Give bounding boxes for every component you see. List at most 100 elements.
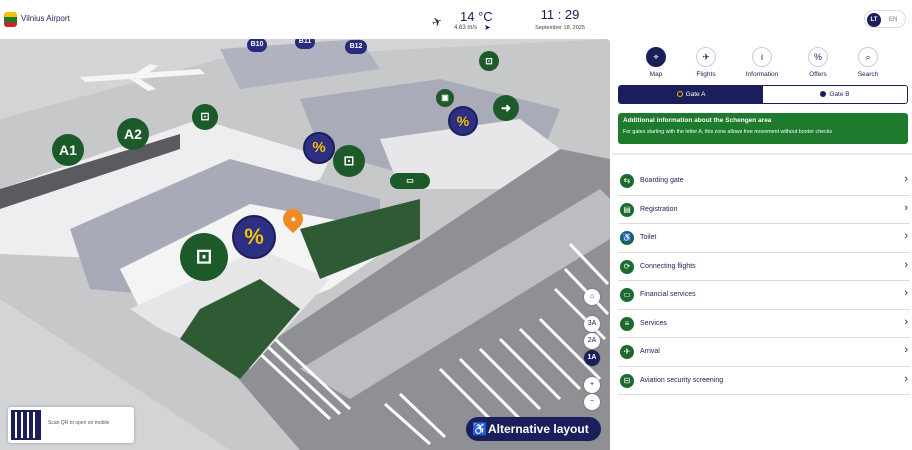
current-time: 11 : 29 (540, 7, 580, 22)
list-item-label: Financial services (640, 291, 696, 298)
offers-marker[interactable]: % (448, 106, 478, 136)
list-item-label: Toilet (640, 234, 657, 241)
nav-map[interactable]: ⌖ Map (628, 47, 684, 78)
nav-flights[interactable]: ✈ Flights (678, 47, 734, 78)
chevron-right-icon: › (904, 173, 908, 185)
list-item-connecting-flights[interactable]: ⟳ Connecting flights › (618, 253, 910, 281)
exit-marker[interactable]: ➜ (493, 95, 519, 121)
nav-label: Search (857, 71, 879, 78)
tab-gate-b[interactable]: Gate B (763, 86, 907, 103)
list-item-label: Registration (640, 205, 678, 213)
weather-widget: ✈ 14 °C 4.63 m/s ➤ (429, 7, 502, 35)
radio-selected-icon (676, 91, 683, 97)
temperature: 14 °C (460, 9, 493, 24)
zoom-in-button[interactable]: + (584, 377, 600, 393)
chevron-right-icon: › (904, 344, 908, 356)
radio-icon (820, 91, 827, 97)
list-item-arrival[interactable]: ✈ Arrival › (618, 338, 910, 367)
percent-icon: % (808, 47, 828, 67)
schengen-info-banner: Additional information about the Schenge… (618, 113, 908, 144)
offers-marker[interactable]: % (303, 132, 335, 164)
clock: 11 : 29 September 18, 2025 (528, 7, 592, 31)
home-button[interactable]: ⌂ (584, 289, 600, 305)
level-2a-button[interactable]: 2A (584, 333, 600, 349)
airport-map[interactable]: A1 A2 B10 B11 B12 ⊡ ⊡ ⊡ ⊡ ▣ ➜ ▭ % % % ● … (0, 39, 610, 450)
list-item-security-screening[interactable]: ⊟ Aviation security screening › (618, 367, 910, 395)
airplane-icon: ✈ (429, 13, 445, 31)
restroom-marker[interactable]: ⊡ (479, 51, 499, 71)
nav-label: Map (649, 71, 663, 78)
language-toggle[interactable]: LT EN (864, 10, 906, 28)
toilet-icon: ♿ (620, 231, 634, 245)
header: Vilnius Airport ✈ 14 °C 4.63 m/s ➤ 11 : … (0, 0, 912, 38)
qr-caption: Scan QR to open on mobile (48, 420, 110, 426)
gate-b11-marker[interactable]: B11 (295, 39, 315, 49)
restroom-marker[interactable]: ⊡ (192, 104, 218, 130)
vilnius-airport-logo (4, 12, 17, 27)
gate-b10-marker[interactable]: B10 (247, 39, 267, 52)
wind-speed: 4.63 m/s (454, 25, 478, 31)
connecting-flights-icon: ⟳ (620, 259, 634, 274)
chevron-right-icon: › (904, 372, 908, 385)
restroom-marker[interactable]: ⊡ (333, 145, 365, 177)
wind-direction-icon: ➤ (484, 23, 491, 32)
chevron-right-icon: › (904, 230, 908, 242)
gate-a2-marker[interactable]: A2 (117, 118, 149, 150)
list-item-services[interactable]: ≡ Services › (618, 310, 910, 338)
list-item-label: Arrival (640, 348, 660, 355)
level-1a-button[interactable]: 1A (584, 350, 600, 366)
card-marker[interactable]: ▭ (390, 173, 430, 189)
nav-search[interactable]: ⌕ Search (840, 47, 896, 78)
lang-lt-button[interactable]: LT (867, 13, 881, 27)
alternative-layout-button[interactable]: ♿ Alternative layout (466, 417, 601, 441)
list-item-financial-services[interactable]: ▭ Financial services › (618, 281, 910, 310)
current-date: September 18, 2025 (535, 25, 585, 31)
offers-marker[interactable]: % (232, 215, 276, 259)
gate-a1-marker[interactable]: A1 (52, 134, 84, 166)
qr-code (11, 410, 41, 440)
nav-label: Flights (696, 71, 716, 78)
banner-title: Additional information about the Schenge… (623, 117, 772, 124)
nav-label: Offers (809, 71, 827, 78)
services-icon: ≡ (620, 316, 634, 331)
search-icon: ⌕ (858, 47, 878, 67)
app-title: Vilnius Airport (21, 14, 70, 23)
level-controls: ⌂ 3A 2A 1A + − (584, 289, 600, 411)
list-item-label: Connecting flights (640, 262, 696, 270)
chevron-right-icon: › (904, 201, 908, 214)
registration-icon: ▤ (620, 202, 634, 217)
nav-information[interactable]: i Information (734, 47, 790, 78)
gate-b12-marker[interactable]: B12 (345, 40, 367, 54)
banner-text: For gates starting with the letter A, th… (623, 129, 833, 135)
card-icon: ▭ (620, 288, 634, 302)
alternative-layout-label: Alternative layout (488, 422, 589, 436)
baggage-marker[interactable]: ▣ (436, 89, 454, 107)
list-item-label: Aviation security screening (640, 376, 724, 384)
map-canvas[interactable] (0, 39, 610, 450)
nav-offers[interactable]: % Offers (790, 47, 846, 78)
list-item-label: Services (640, 319, 667, 327)
chevron-right-icon: › (904, 258, 908, 271)
tab-label: Gate B (829, 91, 850, 98)
list-item-registration[interactable]: ▤ Registration › (618, 196, 910, 224)
main-nav: ⌖ Map ✈ Flights i Information % Offers ⌕… (618, 47, 906, 81)
qr-card: Scan QR to open on mobile (8, 407, 134, 443)
chevron-right-icon: › (904, 315, 908, 328)
security-icon: ⊟ (620, 373, 634, 388)
arrival-icon: ✈ (620, 345, 634, 359)
list-item-boarding-gate[interactable]: ⇆ Boarding gate › (618, 167, 910, 196)
side-panel: ⌖ Map ✈ Flights i Information % Offers ⌕… (612, 39, 912, 450)
list-item-toilet[interactable]: ♿ Toilet › (618, 224, 910, 253)
gate-tabs: Gate A Gate B (618, 85, 908, 104)
plane-icon: ✈ (696, 47, 716, 67)
tab-gate-a[interactable]: Gate A (619, 86, 763, 103)
level-3a-button[interactable]: 3A (584, 316, 600, 332)
lang-en-button[interactable]: EN (889, 13, 897, 27)
zoom-out-button[interactable]: − (584, 394, 600, 410)
restroom-marker[interactable]: ⊡ (180, 233, 228, 281)
nav-label: Information (745, 71, 779, 78)
map-pin-icon: ⌖ (646, 47, 666, 67)
info-icon: i (752, 47, 772, 67)
divider (612, 153, 912, 155)
accessibility-icon: ♿ (472, 422, 487, 436)
